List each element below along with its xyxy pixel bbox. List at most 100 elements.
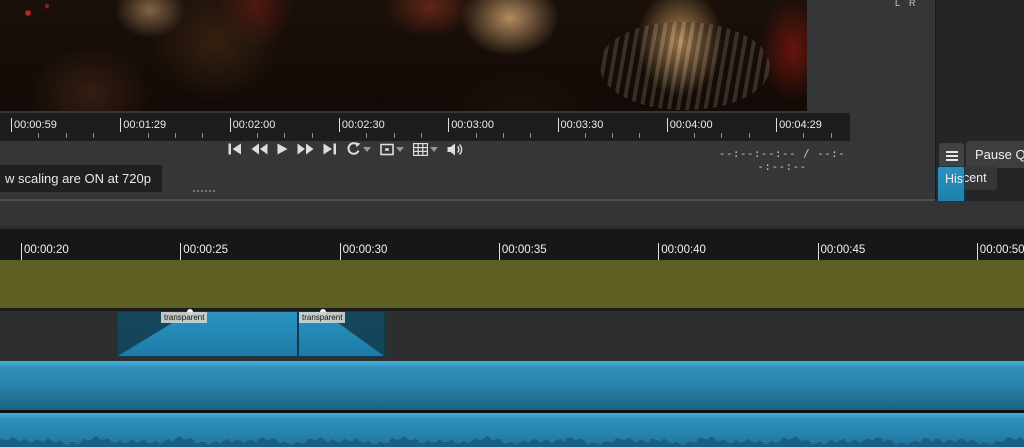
ruler-label: 00:00:35: [501, 244, 547, 256]
ruler-minor-tick: [174, 133, 176, 138]
player-ruler[interactable]: 00:00:59 00:01:29 00:02:00 00:02:30 00:03:00…: [0, 113, 850, 141]
ruler-tick: [498, 243, 500, 260]
loop-icon: [347, 142, 361, 155]
clip-label: transparent: [161, 312, 208, 323]
splitter-grip[interactable]: [193, 190, 215, 192]
zoom-fit-icon: [380, 143, 394, 155]
grid-icon: [413, 142, 428, 156]
ruler-label: 00:00:59: [14, 119, 57, 131]
ruler-label: 00:00:20: [24, 244, 69, 256]
skip-to-end-button[interactable]: [323, 143, 337, 155]
fast-forward-button[interactable]: [297, 143, 314, 155]
ruler-label: 00:00:30: [342, 244, 388, 256]
audio-meter-labels: L R: [895, 0, 916, 8]
ruler-tick: [776, 118, 778, 132]
striped-shirt-shape: [600, 22, 770, 110]
ruler-label: 00:00:50: [979, 244, 1024, 256]
ruler-minor-tick: [748, 133, 750, 138]
audio-track-2[interactable]: [0, 413, 1024, 447]
timeline-panel-background: [0, 201, 1024, 228]
ruler-tick: [229, 118, 231, 132]
ruler-tick: [448, 118, 450, 132]
timecode-display: --:--:--:-- / --:--:--:--: [718, 147, 846, 173]
hamburger-menu-icon: [945, 150, 958, 153]
skip-to-end-icon: [323, 143, 336, 155]
audio-waveform: [0, 435, 1024, 447]
ruler-tick: [120, 118, 122, 132]
fast-forward-icon: [297, 143, 314, 155]
audio-track-1[interactable]: [0, 361, 1024, 410]
ruler-label: 00:00:25: [183, 244, 229, 256]
timeline-ruler[interactable]: 00:00:20 00:00:25 00:00:30 00:00:35 00:00:40…: [0, 229, 1024, 260]
skip-to-start-icon: [228, 143, 241, 155]
ruler-minor-tick: [721, 133, 723, 138]
app-window: L R 00:00:59 00:01:29 00:02:00 00:02:30 00:0…: [0, 0, 1024, 447]
transport-controls: [228, 142, 464, 156]
ruler-tick: [21, 243, 22, 260]
jobs-panel: Pause Que Recent Histo: [935, 0, 1024, 226]
ruler-label: 00:02:30: [341, 119, 385, 131]
loop-button[interactable]: [346, 142, 371, 156]
chevron-down-icon: [430, 146, 438, 152]
ruler-minor-tick: [284, 133, 286, 138]
grid-button[interactable]: [413, 142, 438, 156]
fade-in-triangle: [118, 312, 190, 356]
rewind-button[interactable]: [251, 143, 268, 155]
play-icon: [277, 143, 288, 155]
volume-icon: [447, 143, 463, 155]
ruler-label: 00:00:40: [661, 244, 706, 256]
rewind-icon: [251, 143, 268, 155]
ruler-minor-tick: [584, 133, 586, 138]
ruler-minor-tick: [639, 133, 641, 138]
pause-queue-button[interactable]: Pause Que: [966, 141, 1024, 168]
ruler-minor-tick: [311, 133, 313, 138]
track-video-clips[interactable]: transparent transparent: [0, 309, 1024, 361]
ruler-minor-tick: [475, 133, 477, 138]
ruler-label: 00:03:30: [560, 119, 604, 131]
ruler-minor-tick: [92, 133, 94, 138]
ruler-tick: [180, 243, 182, 260]
skip-to-start-button[interactable]: [228, 143, 242, 155]
clip-label: transparent: [299, 312, 346, 323]
ruler-label: 00:04:00: [669, 119, 713, 131]
ruler-label: 00:02:00: [232, 119, 276, 131]
track-olive[interactable]: [0, 260, 1024, 308]
chevron-down-icon: [396, 146, 404, 152]
ruler-tick: [339, 243, 341, 260]
clip-transparent-1[interactable]: transparent: [117, 309, 298, 357]
clip-transparent-2[interactable]: transparent: [298, 309, 385, 357]
ruler-label: 00:01:29: [123, 119, 167, 131]
ruler-tick: [976, 243, 978, 260]
play-button[interactable]: [277, 143, 288, 155]
ruler-minor-tick: [830, 133, 832, 138]
ruler-minor-tick: [65, 133, 67, 138]
ruler-tick: [817, 243, 819, 260]
zoom-fit-button[interactable]: [380, 143, 404, 156]
ruler-minor-tick: [393, 133, 395, 138]
ruler-label: 00:00:45: [820, 244, 866, 256]
ruler-label: 00:04:29: [779, 119, 822, 131]
ruler-minor-tick: [147, 133, 149, 138]
video-preview[interactable]: [0, 0, 807, 111]
ruler-tick: [338, 118, 340, 132]
ruler-minor-tick: [256, 133, 258, 138]
ruler-minor-tick: [803, 133, 805, 138]
ruler-minor-tick: [420, 133, 422, 138]
ruler-minor-tick: [694, 133, 696, 138]
status-tooltip: w scaling are ON at 720p: [0, 165, 162, 192]
ruler-tick: [11, 118, 12, 132]
ruler-minor-tick: [202, 133, 204, 138]
ruler-minor-tick: [502, 133, 504, 138]
ruler-minor-tick: [530, 133, 532, 138]
ruler-label: 00:03:00: [451, 119, 495, 131]
ruler-tick: [658, 243, 660, 260]
ruler-minor-tick: [38, 133, 40, 138]
ruler-minor-tick: [612, 133, 614, 138]
meter-left-label: L: [895, 0, 901, 8]
ruler-tick: [557, 118, 559, 132]
ruler-minor-tick: [366, 133, 368, 138]
volume-button[interactable]: [447, 143, 464, 156]
ruler-tick: [666, 118, 668, 132]
jobs-menu-button[interactable]: [939, 143, 964, 168]
chevron-down-icon: [363, 146, 371, 152]
